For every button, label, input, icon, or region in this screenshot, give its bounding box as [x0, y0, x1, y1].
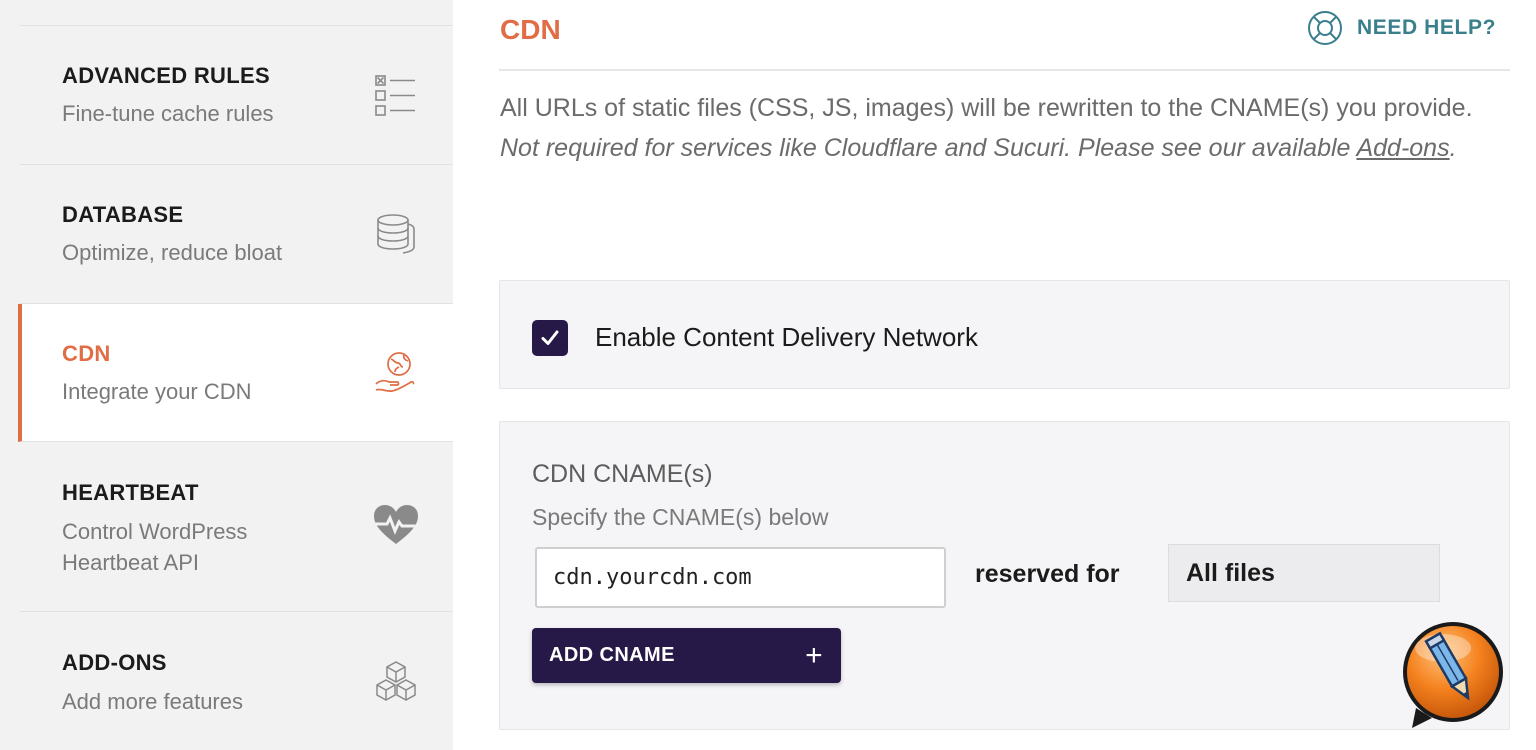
sidebar-item-subtitle: Heartbeat API	[62, 550, 199, 575]
database-icon	[377, 214, 415, 254]
need-help-link[interactable]: NEED HELP?	[1307, 10, 1496, 46]
sidebar-item-cdn[interactable]: CDN Integrate your CDN	[18, 304, 453, 442]
sidebar: ADVANCED RULES Fine-tune cache rules DAT…	[0, 0, 453, 750]
description-text: All URLs of static files (CSS, JS, image…	[500, 94, 1473, 122]
note-text: Not required for services like Cloudflar…	[500, 134, 1357, 162]
description: All URLs of static files (CSS, JS, image…	[500, 88, 1490, 168]
enable-cdn-checkbox[interactable]	[532, 320, 568, 356]
divider	[499, 69, 1510, 71]
rules-list-icon	[375, 75, 415, 116]
reserved-for-value: All files	[1186, 558, 1275, 587]
cname-title: CDN CNAME(s)	[532, 460, 713, 488]
pencil-edit-icon[interactable]	[1398, 620, 1508, 730]
sidebar-item-database[interactable]: DATABASE Optimize, reduce bloat	[20, 165, 453, 304]
sidebar-item-subtitle: Fine-tune cache rules	[62, 101, 274, 126]
cubes-icon	[376, 661, 416, 701]
heartbeat-icon	[374, 505, 418, 544]
sidebar-item-add-ons[interactable]: ADD-ONS Add more features	[20, 612, 453, 750]
note-suffix: .	[1449, 134, 1457, 162]
sidebar-item-subtitle: Control WordPress	[62, 519, 248, 544]
add-ons-link[interactable]: Add-ons	[1356, 134, 1449, 162]
need-help-label: NEED HELP?	[1356, 16, 1496, 39]
page-title: CDN	[500, 14, 561, 45]
main-content: CDN NEED HELP? All URLs of static files …	[499, 0, 1510, 750]
enable-cdn-label[interactable]: Enable Content Delivery Network	[595, 322, 978, 353]
sidebar-item-title: CDN	[62, 341, 111, 366]
sidebar-item-title: ADVANCED RULES	[62, 63, 270, 88]
sidebar-item-title: ADD-ONS	[62, 650, 167, 675]
plus-icon: +	[805, 638, 823, 672]
cname-input[interactable]	[535, 547, 946, 608]
sidebar-item-subtitle: Optimize, reduce bloat	[62, 240, 283, 265]
reserved-for-label: reserved for	[975, 560, 1120, 588]
sidebar-item-subtitle: Add more features	[62, 689, 243, 714]
sidebar-item-title: HEARTBEAT	[62, 480, 199, 505]
lifebuoy-icon	[1307, 11, 1342, 45]
enable-cdn-panel: Enable Content Delivery Network	[499, 280, 1510, 389]
reserved-for-select[interactable]: All files	[1168, 544, 1440, 602]
globe-hand-icon	[375, 352, 415, 393]
sidebar-item-advanced-rules[interactable]: ADVANCED RULES Fine-tune cache rules	[20, 26, 453, 165]
sidebar-item-subtitle: Integrate your CDN	[62, 379, 252, 404]
note: Not required for services like Cloudflar…	[500, 134, 1457, 162]
add-cname-button[interactable]: ADD CNAME +	[532, 628, 841, 683]
sidebar-item-heartbeat[interactable]: HEARTBEAT Control WordPress Heartbeat AP…	[20, 442, 453, 612]
cname-subtitle: Specify the CNAME(s) below	[532, 504, 829, 530]
checkmark-icon	[541, 330, 559, 345]
sidebar-item-title: DATABASE	[62, 202, 184, 227]
cname-panel: CDN CNAME(s) Specify the CNAME(s) below …	[499, 421, 1510, 730]
add-cname-label: ADD CNAME	[549, 644, 675, 666]
